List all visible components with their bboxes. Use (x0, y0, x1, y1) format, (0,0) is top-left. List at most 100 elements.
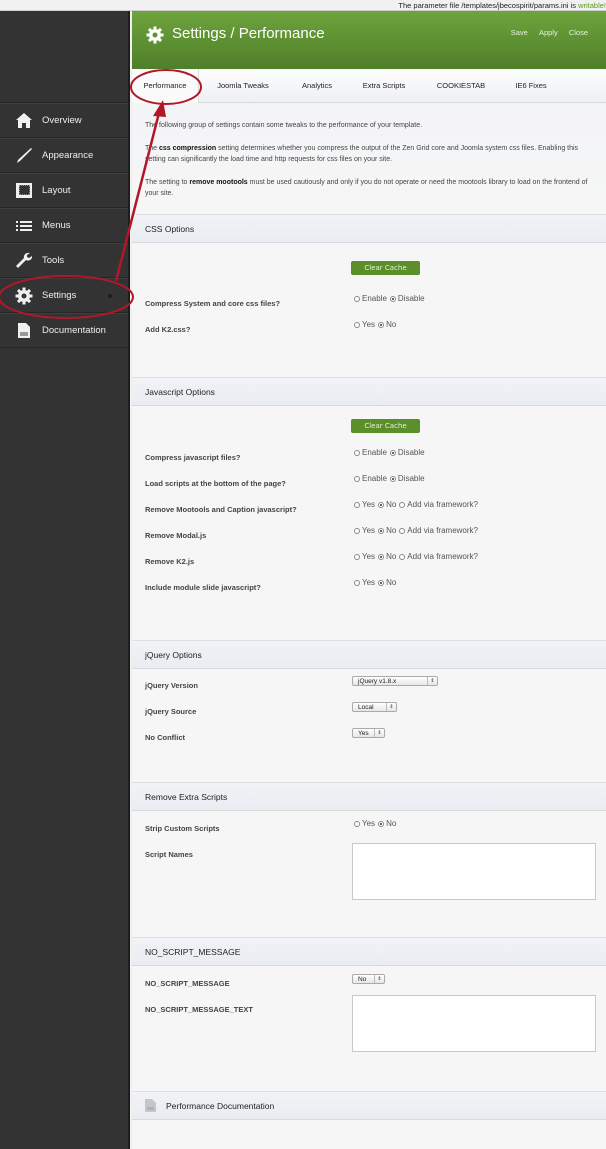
sidebar-item-documentation[interactable]: Documentation (0, 313, 128, 348)
setting-label: Compress javascript files? (145, 453, 241, 462)
radio-disable[interactable] (389, 449, 396, 456)
wrench-icon (12, 251, 36, 271)
apply-button[interactable]: Apply (539, 28, 558, 37)
radio-add-via-framework[interactable] (399, 553, 406, 560)
radio-yes[interactable] (354, 579, 360, 586)
setting-label: Load scripts at the bottom of the page? (145, 479, 286, 488)
select-wrap: No ⇕ (352, 974, 385, 984)
radio-group: Yes No Add via framework? (352, 552, 479, 561)
radio-group: Yes No Add via framework? (352, 526, 479, 535)
radio-label: Add via framework? (407, 552, 478, 561)
brush-icon (12, 146, 36, 166)
intro-text: The following group of settings contain … (132, 103, 606, 214)
document-icon (145, 1099, 156, 1112)
main-content: The following group of settings contain … (132, 103, 606, 1149)
setting-row: Load scripts at the bottom of the page? … (132, 469, 606, 495)
setting-row: No Conflict Yes ⇕ (132, 723, 606, 749)
bold-text: css compression (159, 144, 217, 152)
setting-row: Add K2.css? Yes No (132, 315, 606, 341)
clear-cache-button[interactable]: Clear Cache (351, 419, 420, 433)
radio-no[interactable] (378, 527, 385, 534)
select-value: Local (358, 703, 374, 711)
no-script-message-select[interactable]: No ⇕ (352, 974, 385, 984)
sidebar-item-label: Menus (42, 220, 71, 231)
setting-row: jQuery Version jQuery v1.8.x ⇕ (132, 671, 606, 697)
radio-yes[interactable] (354, 553, 360, 560)
intro-paragraph: The setting to remove mootools must be u… (145, 177, 592, 200)
section-header-no-script: NO_SCRIPT_MESSAGE (132, 937, 606, 966)
no-script-message-textarea[interactable] (352, 995, 596, 1052)
sidebar-item-settings[interactable]: Settings (0, 278, 128, 313)
radio-no[interactable] (378, 579, 385, 586)
close-button[interactable]: Close (569, 28, 588, 37)
clear-cache-button[interactable]: Clear Cache (351, 261, 420, 275)
tab-joomla-tweaks[interactable]: Joomla Tweaks (199, 69, 287, 103)
tab-analytics[interactable]: Analytics (287, 69, 347, 103)
tab-ie6-fixes[interactable]: IE6 Fixes (501, 69, 561, 103)
sidebar-item-overview[interactable]: Overview (0, 103, 128, 138)
sidebar-item-tools[interactable]: Tools (0, 243, 128, 278)
section-javascript-options: Clear Cache Compress javascript files? E… (132, 406, 606, 640)
radio-disable[interactable] (389, 475, 396, 482)
setting-label: Script Names (145, 850, 193, 859)
tab-performance[interactable]: Performance (132, 69, 199, 103)
radio-yes[interactable] (354, 820, 360, 827)
setting-row: NO_SCRIPT_MESSAGE No ⇕ (132, 969, 606, 995)
no-conflict-select[interactable]: Yes ⇕ (352, 728, 385, 738)
select-value: jQuery v1.8.x (358, 677, 397, 685)
sidebar-item-menus[interactable]: Menus (0, 208, 128, 243)
setting-label: Remove Modal.js (145, 531, 207, 540)
radio-group: Enable Disable (352, 474, 426, 483)
radio-yes[interactable] (354, 501, 360, 508)
radio-no[interactable] (378, 820, 385, 827)
text: The setting to (145, 178, 190, 186)
radio-yes[interactable] (354, 527, 360, 534)
section-header-extra-scripts: Remove Extra Scripts (132, 782, 606, 811)
script-names-textarea[interactable] (352, 843, 596, 900)
radio-label: Yes (362, 526, 376, 535)
setting-label: Remove Mootools and Caption javascript? (145, 505, 297, 514)
setting-label: NO_SCRIPT_MESSAGE_TEXT (145, 1005, 253, 1014)
gear-icon (146, 26, 164, 49)
section-css-options: Clear Cache Compress System and core css… (132, 243, 606, 377)
select-value: No (358, 975, 367, 983)
radio-group: Yes No (352, 819, 397, 828)
jquery-source-select[interactable]: Local ⇕ (352, 702, 397, 712)
notice-status: writable! (578, 1, 606, 10)
home-icon (12, 111, 36, 131)
settings-tabs: Performance Joomla Tweaks Analytics Extr… (132, 69, 606, 103)
radio-label: No (386, 320, 397, 329)
layout-icon (12, 181, 36, 201)
performance-documentation-link[interactable]: Performance Documentation (132, 1091, 606, 1120)
section-no-script-message: NO_SCRIPT_MESSAGE No ⇕ NO_SCRIPT_MESSAGE_… (132, 966, 606, 1091)
tab-cookiestab[interactable]: COOKIESTAB (421, 69, 501, 103)
setting-label: NO_SCRIPT_MESSAGE (145, 979, 230, 988)
sidebar-item-layout[interactable]: Layout (0, 173, 128, 208)
radio-label: Add via framework? (407, 500, 478, 509)
radio-add-via-framework[interactable] (399, 501, 406, 508)
setting-label: jQuery Source (145, 707, 197, 716)
tab-extra-scripts[interactable]: Extra Scripts (347, 69, 421, 103)
page-title: Settings / Performance (172, 25, 325, 42)
radio-no[interactable] (378, 553, 385, 560)
radio-label: Disable (397, 474, 425, 483)
setting-row: Include module slide javascript? Yes No (132, 573, 606, 599)
radio-enable[interactable] (354, 475, 360, 482)
page-header: Settings / Performance Save Apply Close (132, 11, 606, 69)
params-writable-notice: The parameter file /templates/jbecospiri… (0, 0, 606, 11)
setting-row: Strip Custom Scripts Yes No (132, 814, 606, 840)
sidebar-item-appearance[interactable]: Appearance (0, 138, 128, 173)
radio-enable[interactable] (354, 449, 360, 456)
radio-yes[interactable] (354, 321, 360, 328)
jquery-version-select[interactable]: jQuery v1.8.x ⇕ (352, 676, 438, 686)
radio-add-via-framework[interactable] (399, 527, 406, 534)
radio-enable[interactable] (354, 295, 360, 302)
select-arrows-icon: ⇕ (386, 703, 396, 711)
radio-no[interactable] (378, 501, 385, 508)
radio-no[interactable] (378, 321, 385, 328)
save-button[interactable]: Save (511, 28, 528, 37)
radio-disable[interactable] (389, 295, 396, 302)
radio-label: Disable (397, 448, 425, 457)
section-jquery-options: jQuery Version jQuery v1.8.x ⇕ jQuery Sou… (132, 669, 606, 782)
sidebar-item-label: Settings (42, 290, 77, 301)
